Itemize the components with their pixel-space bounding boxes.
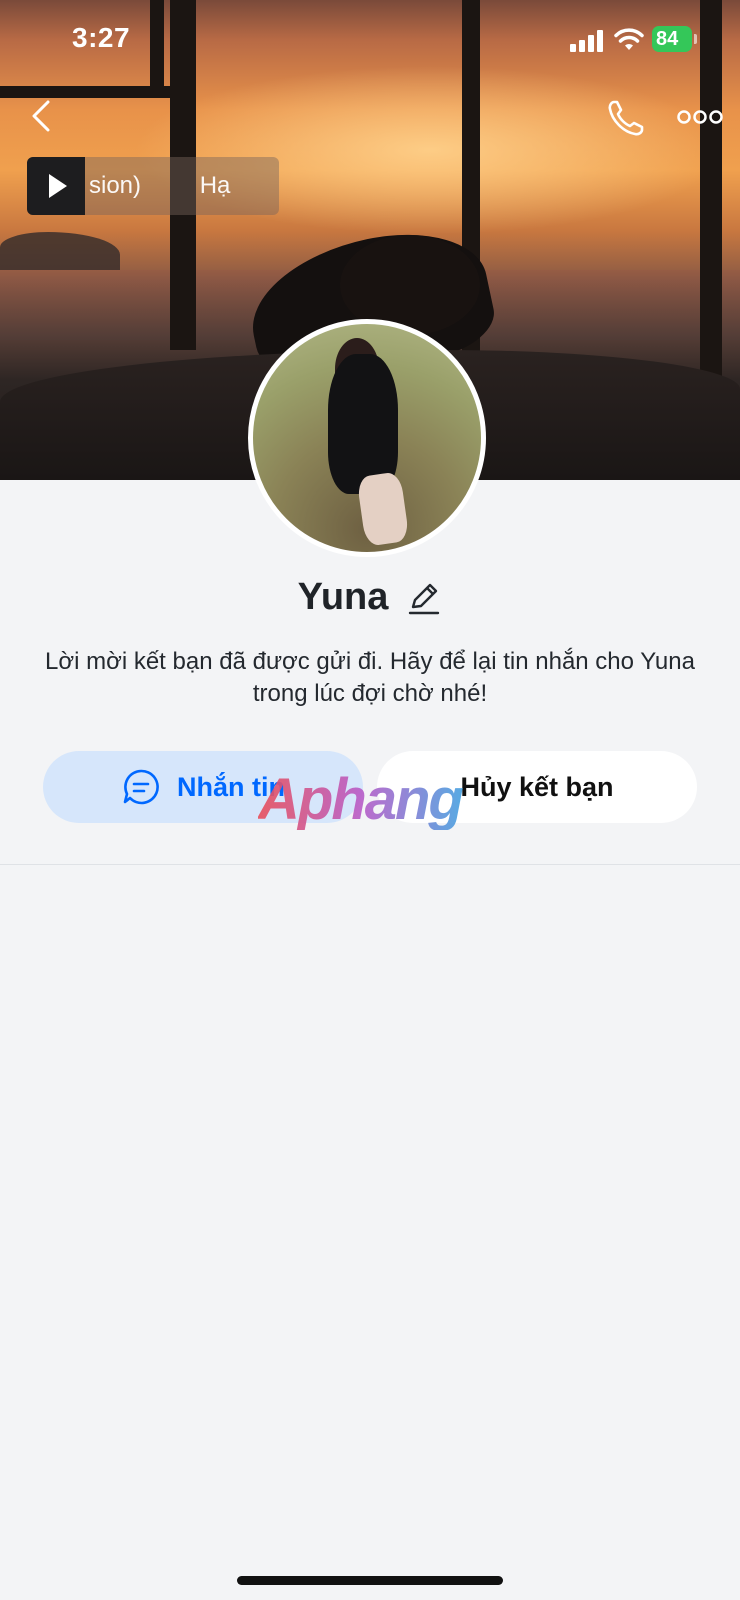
pencil-icon[interactable]: [406, 580, 442, 616]
back-button[interactable]: [22, 96, 62, 136]
status-time: 3:27: [72, 22, 131, 53]
battery-icon: 84: [652, 26, 697, 52]
music-title: sion) Hạ Ta: [89, 172, 279, 199]
profile-music-chip[interactable]: sion) Hạ Ta: [27, 157, 279, 215]
chevron-left-icon: [32, 100, 50, 132]
section-divider: [0, 864, 740, 865]
send-message-label: Nhắn tin: [177, 771, 285, 802]
status-bar: 3:27 84: [0, 0, 740, 80]
avatar[interactable]: [248, 319, 486, 557]
unfriend-button[interactable]: Hủy kết bạn: [377, 751, 697, 823]
unfriend-label: Hủy kết bạn: [460, 771, 614, 802]
battery-level: 84: [652, 26, 692, 52]
more-horizontal-icon: [677, 110, 723, 124]
chat-bubble-icon: [123, 769, 159, 805]
home-indicator[interactable]: [237, 1576, 503, 1585]
cellular-signal-icon: [570, 30, 604, 52]
profile-name-row: Yuna: [0, 576, 740, 619]
phone-icon: [608, 100, 644, 136]
wifi-icon: [614, 28, 644, 50]
friend-request-message: Lời mời kết bạn đã được gửi đi. Hãy để l…: [45, 648, 695, 707]
music-album-art: [27, 157, 85, 215]
profile-name: Yuna: [297, 576, 389, 618]
call-button[interactable]: [604, 96, 648, 140]
send-message-button[interactable]: Nhắn tin: [43, 751, 363, 823]
more-options-button[interactable]: [676, 100, 724, 134]
play-icon: [49, 174, 67, 198]
cover-hill: [0, 232, 120, 270]
